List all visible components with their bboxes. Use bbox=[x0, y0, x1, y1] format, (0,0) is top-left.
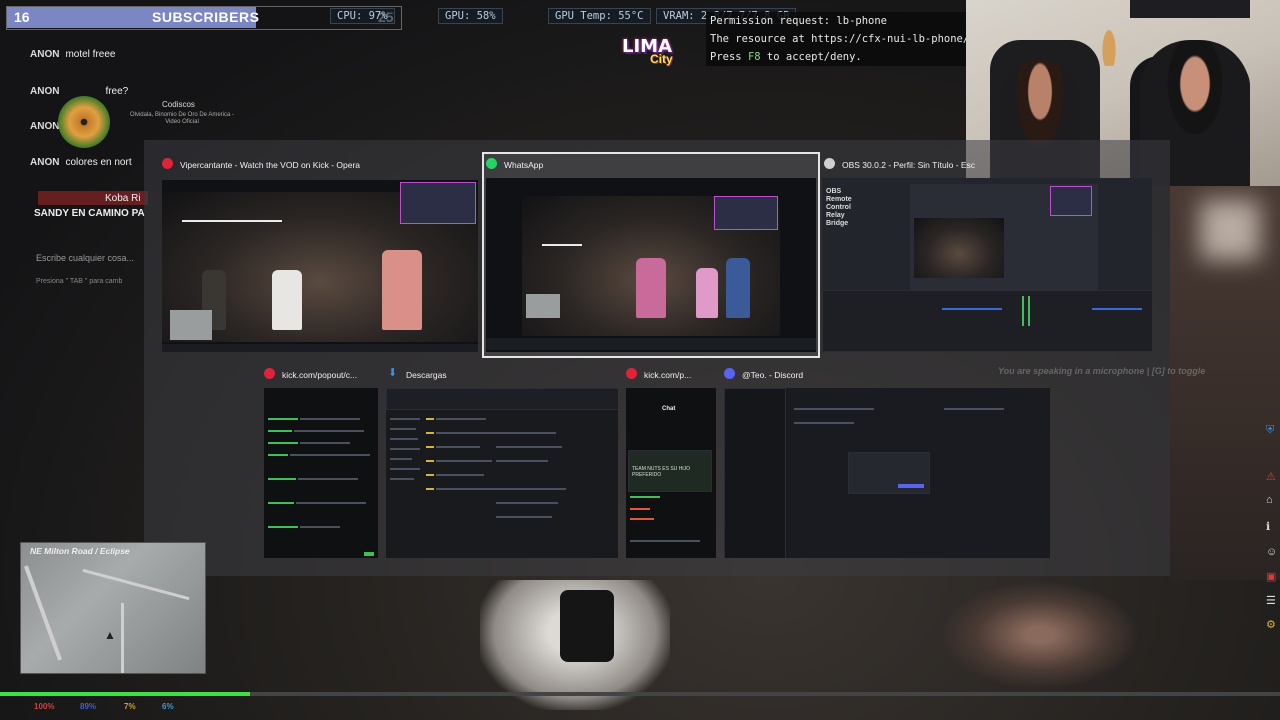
server-logo-city: City bbox=[650, 52, 673, 66]
minimap bbox=[20, 542, 206, 674]
switcher-window-downloads[interactable]: ⬇ Descargas bbox=[384, 366, 620, 562]
subscribers-count: 16 bbox=[14, 9, 30, 25]
switcher-window-kick-chat[interactable]: kick.com/p... Chat TEAM NUTS ES SU HIJO … bbox=[624, 366, 718, 562]
window-title: kick.com/popout/c... bbox=[282, 370, 358, 380]
discord-icon bbox=[724, 368, 735, 379]
music-title: Codiscos bbox=[162, 100, 195, 109]
subscribers-label: SUBSCRIBERS bbox=[152, 9, 260, 25]
minimap-location: NE Milton Road / Eclipse bbox=[30, 546, 130, 556]
permission-key: F8 bbox=[747, 51, 761, 63]
gpu-stat: GPU: 58% bbox=[438, 8, 503, 24]
whatsapp-icon bbox=[486, 158, 497, 169]
switcher-window-opera[interactable]: Vipercantante - Watch the VOD on Kick - … bbox=[160, 156, 480, 352]
webcam-window bbox=[1130, 0, 1250, 18]
status-armor: 89% bbox=[80, 702, 97, 711]
chat-message: ANON motel freee bbox=[30, 49, 116, 60]
obs-sidebar: OBS Remote Control Relay Bridge bbox=[826, 188, 852, 227]
window-title: WhatsApp bbox=[504, 160, 544, 170]
chat-message: ANON free? bbox=[30, 86, 129, 97]
user-icon: ☺ bbox=[1266, 546, 1278, 558]
voice-hint: You are speaking in a microphone | [G] t… bbox=[998, 366, 1206, 376]
window-title: @Teo. - Discord bbox=[742, 370, 804, 380]
window-thumbnail bbox=[162, 180, 478, 352]
switcher-window-obs[interactable]: OBS 30.0.2 - Perfil: Sin Título - Esc OB… bbox=[820, 156, 1154, 352]
download-icon: ⬇ bbox=[388, 367, 398, 379]
cpu-stat: CPU: 97% bbox=[330, 8, 395, 24]
task-switcher: Vipercantante - Watch the VOD on Kick - … bbox=[144, 140, 1170, 576]
game-character-hand bbox=[940, 580, 1140, 690]
permission-request: Permission request: lb-phone The resourc… bbox=[706, 12, 970, 66]
opera-icon bbox=[264, 368, 275, 379]
game-character-bag bbox=[560, 590, 614, 662]
window-title: OBS 30.0.2 - Perfil: Sin Título - Esc bbox=[842, 160, 976, 170]
opera-icon bbox=[626, 368, 637, 379]
permission-line-1: Permission request: lb-phone bbox=[710, 15, 888, 27]
window-thumbnail bbox=[724, 388, 1050, 558]
health-bar bbox=[0, 692, 250, 696]
opera-icon bbox=[162, 158, 173, 169]
gear-icon: ⚙ bbox=[1266, 619, 1276, 631]
window-title: Descargas bbox=[406, 370, 447, 380]
switcher-window-whatsapp[interactable]: WhatsApp bbox=[486, 156, 816, 352]
player-arrow-icon: ▲ bbox=[104, 628, 116, 642]
window-thumbnail: Chat TEAM NUTS ES SU HIJO PREFERIDO bbox=[626, 388, 716, 558]
window-thumbnail bbox=[486, 178, 816, 352]
window-title: Vipercantante - Watch the VOD on Kick - … bbox=[180, 160, 360, 170]
car-icon: ▣ bbox=[1266, 571, 1277, 583]
webcam-guitar bbox=[1094, 4, 1124, 66]
info-icon: ℹ bbox=[1266, 521, 1271, 533]
music-subtitle: Olvidala, Binomio De Oro De America - Vi… bbox=[129, 112, 235, 125]
kick-chat-header: Chat bbox=[662, 406, 676, 412]
switcher-window-kick-popout[interactable]: kick.com/popout/c... bbox=[262, 366, 380, 562]
obs-icon bbox=[824, 158, 835, 169]
shield-icon: ⛨ bbox=[1266, 424, 1275, 436]
status-hunger: 7% bbox=[124, 702, 136, 711]
window-thumbnail: OBS Remote Control Relay Bridge bbox=[822, 178, 1152, 352]
health-bar-track bbox=[250, 692, 1280, 696]
status-health: 100% bbox=[34, 702, 55, 711]
kick-pinned-message: TEAM NUTS ES SU HIJO PREFERIDO bbox=[632, 466, 691, 478]
permission-line-2: The resource at https://cfx-nui-lb-phone… bbox=[710, 33, 970, 45]
game-light bbox=[1200, 200, 1260, 260]
status-thirst: 6% bbox=[162, 702, 174, 711]
window-thumbnail bbox=[386, 388, 618, 558]
chat-input-hint: Presiona " TAB " para camb bbox=[36, 278, 123, 285]
window-thumbnail bbox=[264, 388, 378, 558]
permission-line-3: Press F8 to accept/deny. bbox=[710, 51, 862, 63]
gpu-temp-stat: GPU Temp: 55°C bbox=[548, 8, 651, 24]
bank-icon: ⌂ bbox=[1266, 494, 1273, 506]
window-title: kick.com/p... bbox=[644, 370, 692, 380]
warning-icon: ⚠ bbox=[1266, 471, 1276, 483]
switcher-window-discord[interactable]: @Teo. - Discord bbox=[722, 366, 1052, 562]
chat-input[interactable]: Escribe cualquier cosa... bbox=[36, 253, 134, 263]
settings-icon: ☰ bbox=[1266, 595, 1276, 607]
album-cover bbox=[58, 96, 110, 148]
